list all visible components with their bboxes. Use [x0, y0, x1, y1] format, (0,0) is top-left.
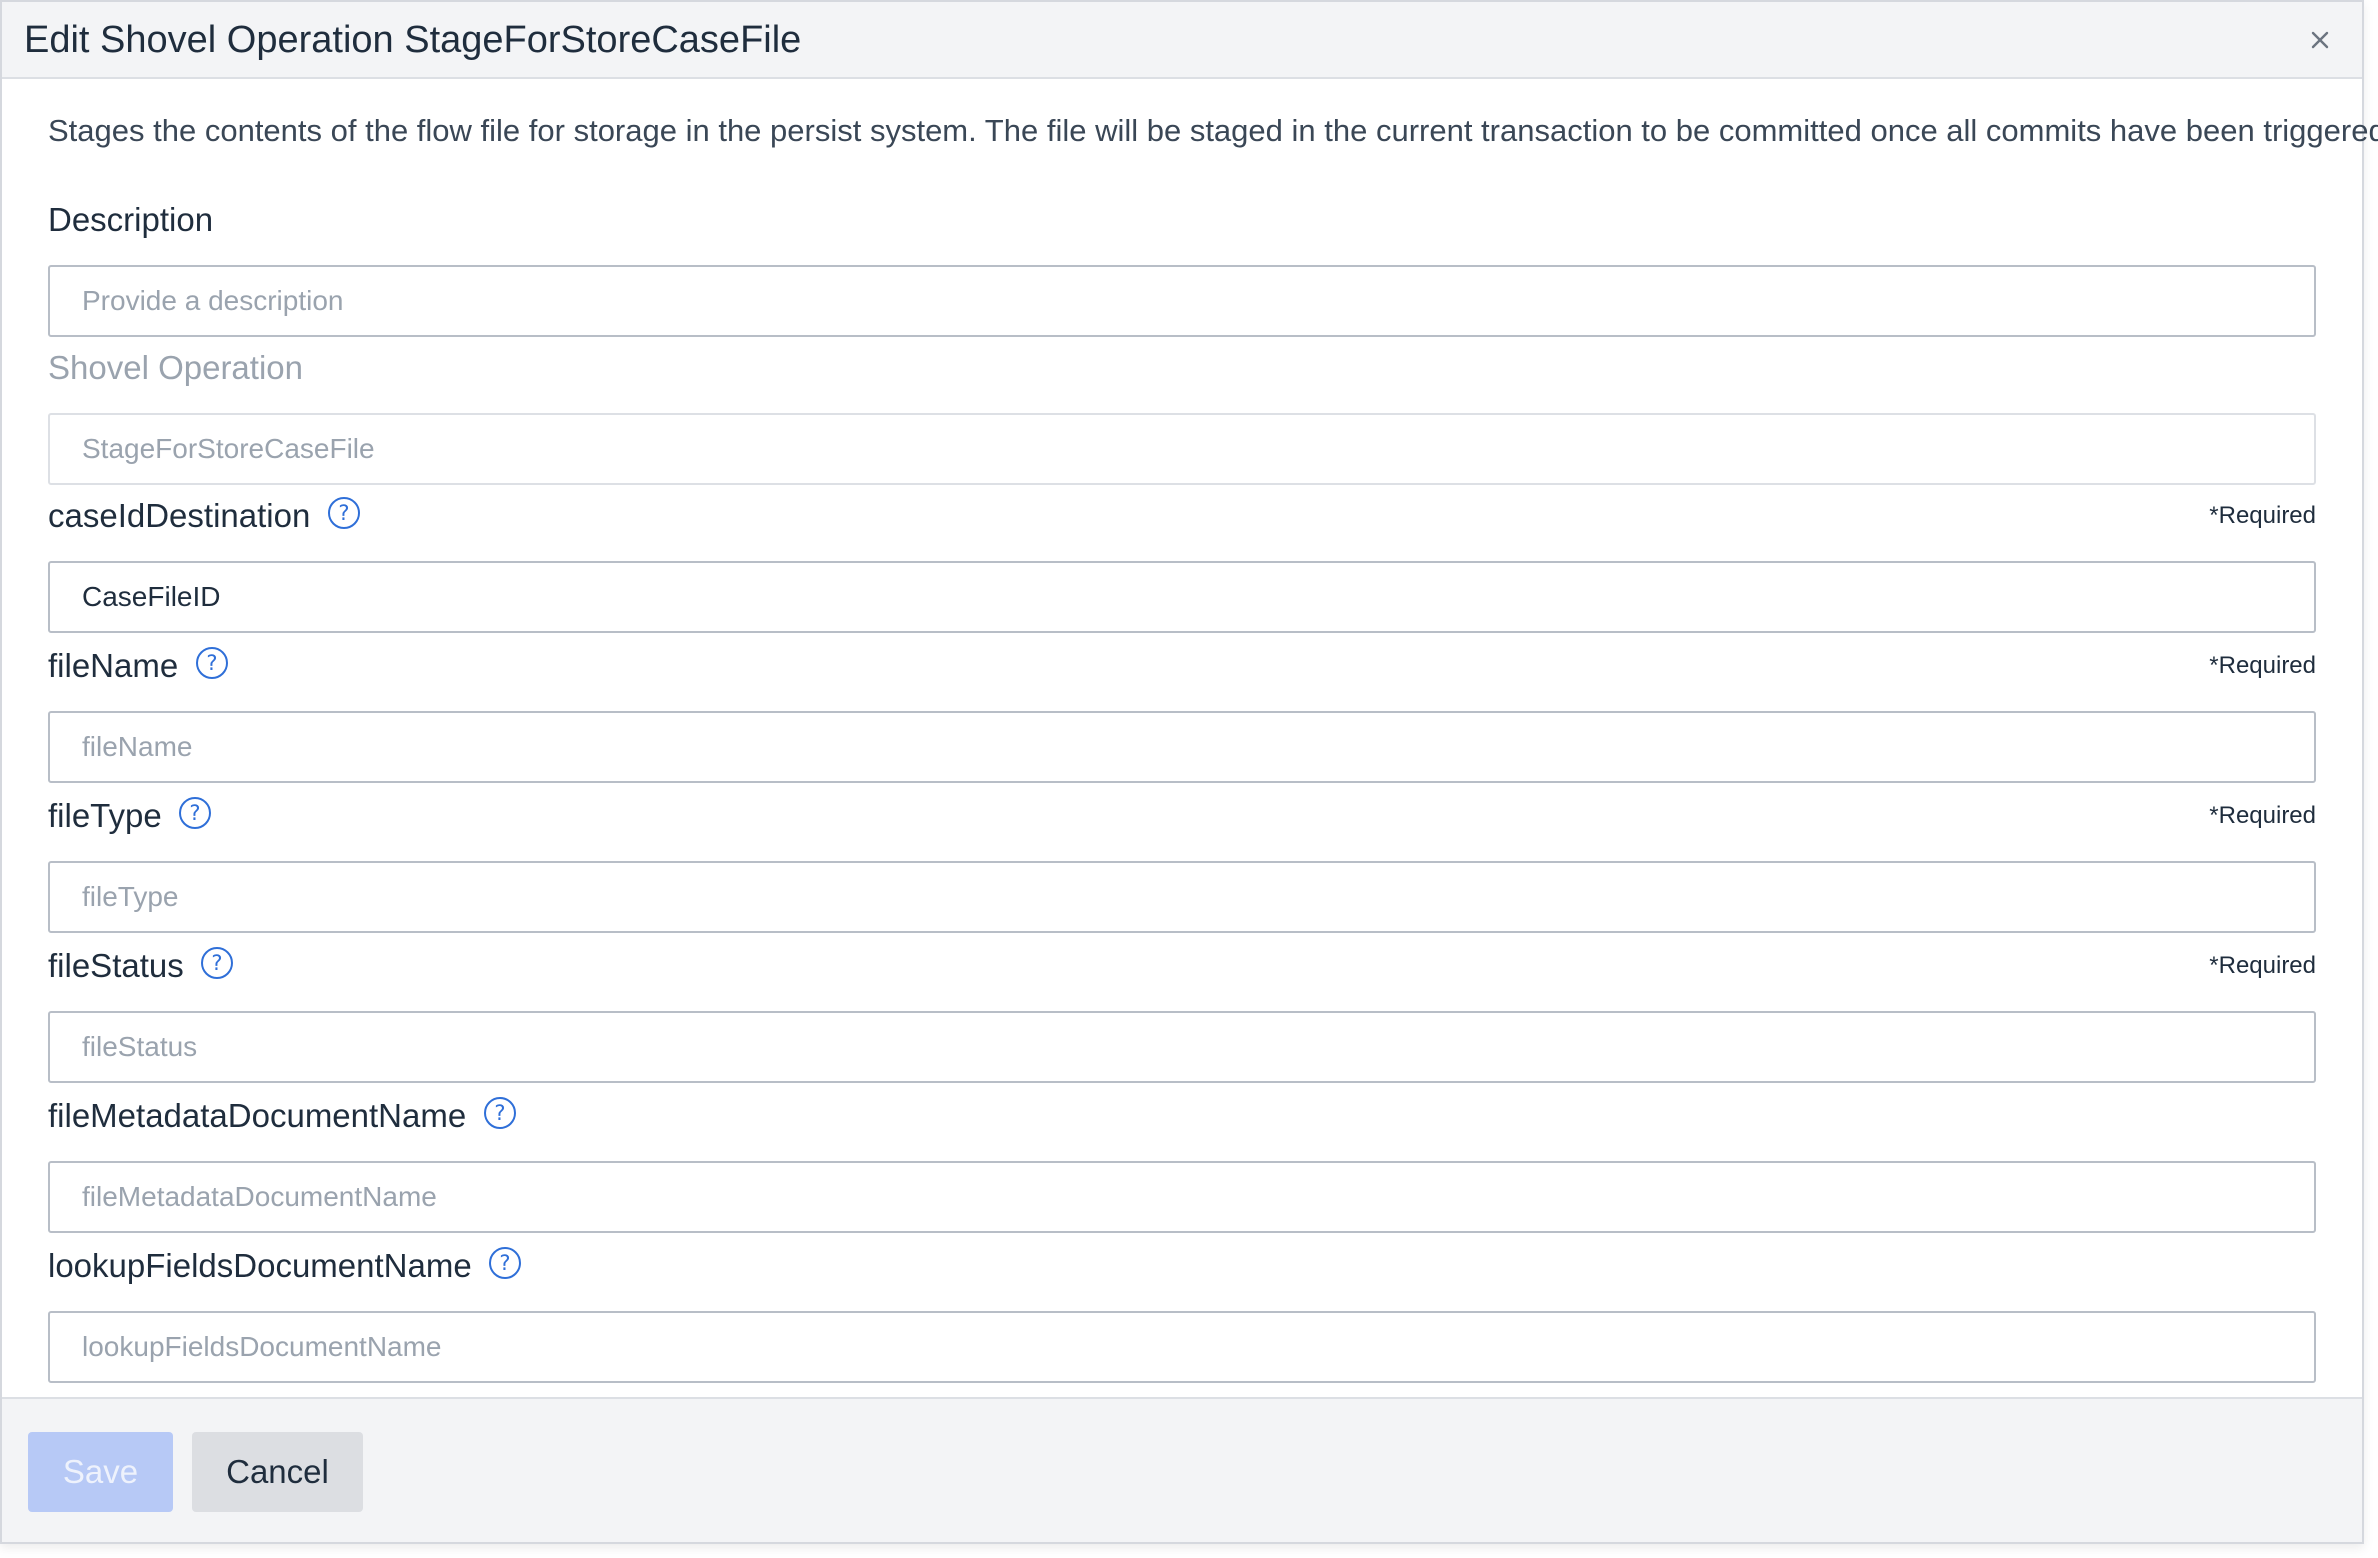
help-circle-icon[interactable]: ?	[327, 496, 361, 530]
close-icon	[2311, 31, 2329, 49]
file-name-label: fileName	[48, 647, 179, 684]
lookup-fields-document-name-label-row: lookupFieldsDocumentName ?	[48, 1243, 2316, 1289]
case-id-destination-label: caseIdDestination	[48, 497, 311, 534]
svg-text:?: ?	[190, 801, 201, 825]
required-indicator: *Required	[2209, 802, 2316, 829]
dialog-footer: Save Cancel	[2, 1397, 2362, 1542]
description-label-row: Description	[48, 197, 2316, 243]
lookup-fields-document-name-label: lookupFieldsDocumentName	[48, 1247, 472, 1284]
lookup-fields-document-name-input[interactable]	[48, 1311, 2316, 1383]
file-name-field-group: fileName ? *Required	[48, 643, 2316, 783]
operation-description-text: Stages the contents of the flow file for…	[48, 113, 2378, 148]
file-metadata-document-name-label: fileMetadataDocumentName	[48, 1097, 467, 1134]
svg-text:?: ?	[500, 1251, 511, 1275]
shovel-operation-input	[48, 413, 2316, 485]
description-field-group: Description	[48, 197, 2316, 337]
dialog-header: Edit Shovel Operation StageForStoreCaseF…	[2, 2, 2362, 79]
help-circle-icon[interactable]: ?	[488, 1246, 522, 1280]
edit-shovel-operation-dialog: Edit Shovel Operation StageForStoreCaseF…	[0, 0, 2378, 1544]
lookup-fields-document-name-field-group: lookupFieldsDocumentName ?	[48, 1243, 2316, 1383]
case-id-destination-input[interactable]	[48, 561, 2316, 633]
svg-text:?: ?	[338, 501, 349, 525]
description-input[interactable]	[48, 265, 2316, 337]
file-status-field-group: fileStatus ? *Required	[48, 943, 2316, 1083]
description-label: Description	[48, 201, 214, 238]
dialog-body: Stages the contents of the flow file for…	[2, 79, 2378, 1397]
file-status-label: fileStatus	[48, 947, 184, 984]
case-id-destination-field-group: caseIdDestination ? *Required	[48, 493, 2316, 633]
svg-text:?: ?	[494, 1101, 505, 1125]
required-indicator: *Required	[2209, 502, 2316, 529]
file-metadata-document-name-input[interactable]	[48, 1161, 2316, 1233]
file-type-input[interactable]	[48, 861, 2316, 933]
file-status-input[interactable]	[48, 1011, 2316, 1083]
help-circle-icon[interactable]: ?	[195, 646, 229, 680]
file-type-label-row: fileType ? *Required	[48, 793, 2316, 839]
file-type-label: fileType	[48, 797, 162, 834]
svg-text:?: ?	[206, 651, 217, 675]
cancel-button[interactable]: Cancel	[192, 1432, 363, 1512]
file-metadata-document-name-label-row: fileMetadataDocumentName ?	[48, 1093, 2316, 1139]
file-name-input[interactable]	[48, 711, 2316, 783]
required-indicator: *Required	[2209, 652, 2316, 679]
help-circle-icon[interactable]: ?	[200, 946, 234, 980]
file-metadata-document-name-field-group: fileMetadataDocumentName ?	[48, 1093, 2316, 1233]
dialog-title: Edit Shovel Operation StageForStoreCaseF…	[24, 19, 802, 61]
file-name-label-row: fileName ? *Required	[48, 643, 2316, 689]
svg-text:?: ?	[212, 951, 223, 975]
shovel-operation-label-row: Shovel Operation	[48, 345, 2316, 391]
shovel-operation-label: Shovel Operation	[48, 349, 303, 386]
case-id-destination-label-row: caseIdDestination ? *Required	[48, 493, 2316, 539]
file-type-field-group: fileType ? *Required	[48, 793, 2316, 933]
file-status-label-row: fileStatus ? *Required	[48, 943, 2316, 989]
save-button[interactable]: Save	[28, 1432, 173, 1512]
help-circle-icon[interactable]: ?	[483, 1096, 517, 1130]
shovel-operation-field-group: Shovel Operation	[48, 345, 2316, 485]
required-indicator: *Required	[2209, 952, 2316, 979]
close-button[interactable]	[2304, 24, 2336, 56]
help-circle-icon[interactable]: ?	[178, 796, 212, 830]
